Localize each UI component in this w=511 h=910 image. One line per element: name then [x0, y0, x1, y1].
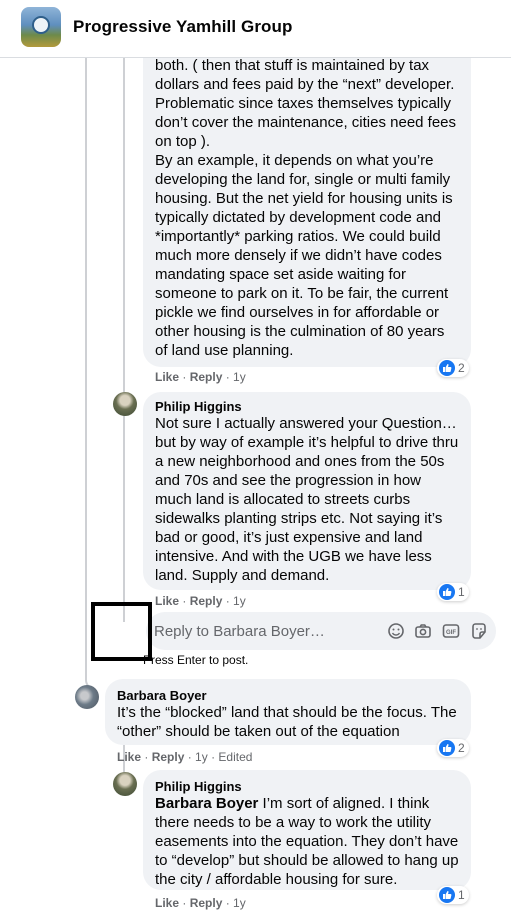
- group-header: Progressive Yamhill Group: [0, 0, 511, 58]
- comment-text: Not sure I actually answered your Questi…: [155, 415, 459, 584]
- comment-author[interactable]: Barbara Boyer: [117, 688, 207, 703]
- reply-link[interactable]: Reply: [190, 370, 223, 384]
- comment-author[interactable]: Philip Higgins: [155, 779, 242, 794]
- like-icon: [439, 887, 455, 903]
- reply-placeholder: Reply to Barbara Boyer…: [154, 623, 325, 640]
- thread-line: [123, 57, 125, 391]
- reaction-count[interactable]: 2: [437, 359, 469, 377]
- reply-link[interactable]: Reply: [190, 594, 223, 608]
- like-link[interactable]: Like: [155, 896, 179, 910]
- comment-actions: Like · Reply · 1y: [155, 370, 246, 384]
- thread-line: [85, 57, 87, 679]
- thread-line: [123, 410, 125, 622]
- like-link[interactable]: Like: [117, 750, 141, 764]
- comment-actions: Like · Reply · 1y: [155, 594, 246, 608]
- reaction-number: 2: [458, 361, 465, 375]
- avatar[interactable]: [75, 685, 99, 709]
- group-avatar[interactable]: [21, 7, 61, 47]
- like-link[interactable]: Like: [155, 594, 179, 608]
- sticker-icon[interactable]: [469, 621, 489, 641]
- comment-time[interactable]: 1y: [195, 750, 208, 764]
- reaction-count[interactable]: 2: [437, 739, 469, 757]
- comment-time[interactable]: 1y: [233, 896, 246, 910]
- gif-icon[interactable]: GIF: [441, 621, 461, 641]
- avatar[interactable]: [113, 392, 137, 416]
- svg-text:GIF: GIF: [446, 630, 456, 636]
- like-icon: [439, 360, 455, 376]
- reaction-count[interactable]: 1: [437, 886, 469, 904]
- comment-text: both. ( then that stuff is maintained by…: [155, 57, 457, 359]
- comment-time[interactable]: 1y: [233, 370, 246, 384]
- reply-link[interactable]: Reply: [190, 896, 223, 910]
- like-icon: [439, 740, 455, 756]
- reaction-number: 2: [458, 741, 465, 755]
- comment-text: Barbara Boyer I’m sort of aligned. I thi…: [155, 794, 460, 889]
- camera-icon[interactable]: [413, 621, 433, 641]
- avatar[interactable]: [113, 772, 137, 796]
- like-link[interactable]: Like: [155, 370, 179, 384]
- reply-input[interactable]: Reply to Barbara Boyer… GIF: [146, 612, 496, 650]
- emoji-icon[interactable]: [386, 621, 406, 641]
- reaction-number: 1: [458, 585, 465, 599]
- comment-actions: Like · Reply · 1y · Edited: [117, 750, 253, 764]
- reaction-number: 1: [458, 888, 465, 902]
- group-title[interactable]: Progressive Yamhill Group: [73, 17, 293, 37]
- edited-label[interactable]: Edited: [218, 750, 252, 764]
- mention-link[interactable]: Barbara Boyer: [155, 795, 258, 812]
- enter-hint: Press Enter to post.: [143, 653, 249, 667]
- comment-actions: Like · Reply · 1y: [155, 896, 246, 910]
- like-icon: [439, 584, 455, 600]
- comment-author[interactable]: Philip Higgins: [155, 399, 242, 414]
- comment-text: It’s the “blocked” land that should be t…: [117, 704, 457, 740]
- reaction-count[interactable]: 1: [437, 583, 469, 601]
- reply-link[interactable]: Reply: [152, 750, 185, 764]
- comment-time[interactable]: 1y: [233, 594, 246, 608]
